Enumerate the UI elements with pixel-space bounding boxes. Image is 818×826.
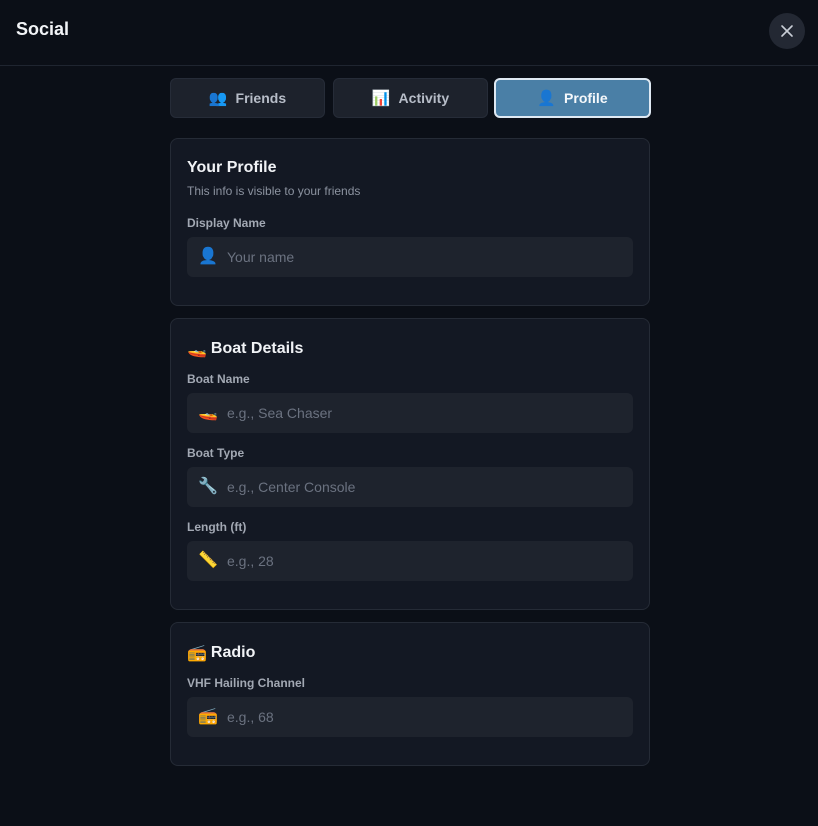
radio-title-text: Radio: [210, 644, 256, 661]
boat-name-field[interactable]: 🚤: [187, 393, 633, 433]
radio-icon: 📻: [198, 708, 218, 725]
tab-label: Profile: [564, 90, 608, 106]
vhf-channel-label: VHF Hailing Channel: [187, 676, 306, 690]
speedboat-icon: 🚤: [187, 341, 207, 358]
tab-label: Activity: [398, 90, 450, 106]
close-button[interactable]: [769, 13, 805, 49]
boat-details-title: 🚤 Boat Details: [187, 339, 303, 359]
profile-card-subtitle: This info is visible to your friends: [187, 184, 361, 198]
profile-card: Your Profile This info is visible to you…: [170, 138, 650, 306]
radio-title: 📻 Radio: [187, 643, 255, 663]
tab-friends[interactable]: 👥 Friends: [170, 78, 325, 118]
speedboat-icon: 🚤: [198, 404, 218, 421]
radio-icon: 📻: [187, 645, 207, 662]
tab-profile[interactable]: 👤 Profile: [494, 78, 651, 118]
tab-label: Friends: [235, 90, 287, 106]
display-name-label: Display Name: [187, 216, 266, 230]
length-label: Length (ft): [187, 520, 247, 534]
page-title: Social: [16, 19, 70, 39]
boat-name-input[interactable]: [227, 393, 633, 433]
length-input[interactable]: [227, 541, 633, 581]
user-icon: 👤: [198, 248, 218, 265]
profile-card-title: Your Profile: [187, 159, 277, 176]
chart-icon: 📊: [371, 89, 391, 107]
boat-type-input[interactable]: [227, 467, 633, 507]
boat-details-card: 🚤 Boat Details Boat Name 🚤 Boat Type 🔧 L…: [170, 318, 650, 610]
boat-type-field[interactable]: 🔧: [187, 467, 633, 507]
boat-details-title-text: Boat Details: [210, 340, 304, 357]
radio-card: 📻 Radio VHF Hailing Channel 📻: [170, 622, 650, 766]
boat-type-label: Boat Type: [187, 446, 245, 460]
length-field[interactable]: 📏: [187, 541, 633, 581]
display-name-input[interactable]: [227, 237, 633, 277]
boat-name-label: Boat Name: [187, 372, 250, 386]
vhf-channel-input[interactable]: [227, 697, 633, 737]
user-icon: 👤: [537, 89, 557, 107]
vhf-channel-field[interactable]: 📻: [187, 697, 633, 737]
ruler-icon: 📏: [198, 552, 218, 569]
display-name-field[interactable]: 👤: [187, 237, 633, 277]
wrench-icon: 🔧: [198, 478, 218, 495]
tab-activity[interactable]: 📊 Activity: [333, 78, 488, 118]
tab-bar: 👥 Friends 📊 Activity 👤 Profile: [170, 78, 651, 118]
header-bar: Social: [0, 0, 818, 66]
close-icon: [781, 25, 793, 37]
friends-icon: 👥: [208, 89, 228, 107]
